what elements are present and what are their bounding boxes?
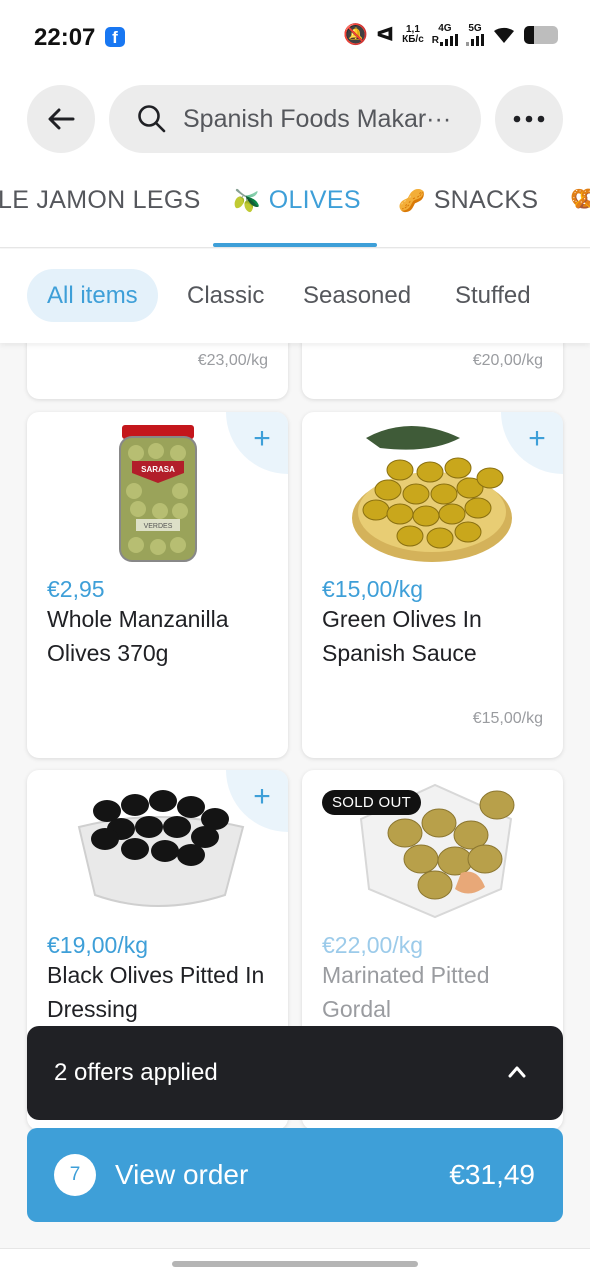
unit-price: €20,00/kg [472,352,543,369]
status-bar: 22:07 f 🔕 ᐊ 1,1 КБ/с 4G R 5G [0,0,590,76]
chip-seasoned[interactable]: Seasoned [303,269,411,322]
olive-jar-image: SARASA VERDES [118,425,197,562]
more-options-button[interactable] [495,85,563,153]
product-title: Whole Manzanilla Olives 370g [47,606,229,666]
pretzel-icon: 🥨 [570,186,590,212]
product-title: Green Olives In Spanish Sauce [322,606,482,666]
search-input[interactable]: Spanish Foods Makar··· [109,85,481,153]
bluetooth-icon: ᐊ [376,24,395,46]
system-nav-area [0,1248,590,1280]
tab-next-partial[interactable]: 🥨 [570,186,590,212]
home-indicator[interactable] [172,1261,418,1267]
chip-all-items[interactable]: All items [27,269,158,322]
product-title: Marinated Pitted Gordal [322,962,490,1022]
black-olives-bowl-image [64,777,251,923]
order-count-badge: 7 [54,1154,96,1196]
category-tabs: LE JAMON LEGS 🫒 OLIVES 🥜 SNACKS 🥨 [0,166,590,248]
search-icon [138,105,166,133]
product-card[interactable]: + €15,00/kg Green Olives In Spanish Sauc… [302,412,563,758]
tab-jamon-legs[interactable]: LE JAMON LEGS [0,186,201,215]
offers-label: 2 offers applied [54,1059,218,1086]
back-arrow-icon [48,108,75,130]
view-order-button[interactable]: 7 View order €31,49 [27,1128,563,1222]
product-price: €19,00/kg [47,932,149,958]
signal-bars-icon [466,33,484,46]
more-dots-icon [513,115,545,123]
top-bar: Spanish Foods Makar··· [0,76,590,166]
mute-icon: 🔕 [343,24,369,46]
signal-4g: 4G R [432,23,458,46]
filter-chips: All items Classic Seasoned Stuffed [0,249,590,343]
product-card[interactable]: SARASA VERDES + €2,95 Whole Manzanilla O… [27,412,288,758]
order-total: €31,49 [449,1159,535,1190]
view-order-label: View order [115,1159,249,1190]
tab-snacks[interactable]: 🥜 SNACKS [398,186,538,215]
svg-text:VERDES: VERDES [143,523,172,530]
back-button[interactable] [27,85,95,153]
product-price: €22,00/kg [322,932,424,958]
offers-applied-bar[interactable]: 2 offers applied [27,1026,563,1120]
status-icons: 🔕 ᐊ 1,1 КБ/с 4G R 5G [343,22,558,47]
tab-olives[interactable]: 🫒 OLIVES [233,186,361,215]
product-title: Black Olives Pitted In Dressing [47,962,265,1022]
peanut-icon: 🥜 [398,187,426,213]
unit-price: €23,00/kg [197,352,268,369]
signal-bars-icon [440,33,458,46]
olive-icon: 🫒 [233,187,261,213]
green-olives-bowl-image [339,418,526,566]
facebook-notification-icon: f [105,27,125,47]
product-price: €2,95 [47,576,105,602]
signal-5g: 5G [466,23,484,46]
status-time: 22:07 [34,24,96,51]
chip-classic[interactable]: Classic [187,269,264,322]
product-price: €15,00/kg [322,576,424,602]
wifi-icon [494,27,514,43]
sold-out-badge: SOLD OUT [322,790,422,815]
unit-price: €15,00/kg [472,710,543,727]
svg-text:SARASA: SARASA [141,465,175,474]
active-tab-indicator [213,243,377,247]
battery-icon [524,25,558,44]
search-text: Spanish Foods Makar··· [183,104,452,133]
chip-stuffed[interactable]: Stuffed [455,269,531,322]
data-speed: 1,1 КБ/с [402,23,424,45]
chevron-up-icon [508,1066,526,1078]
